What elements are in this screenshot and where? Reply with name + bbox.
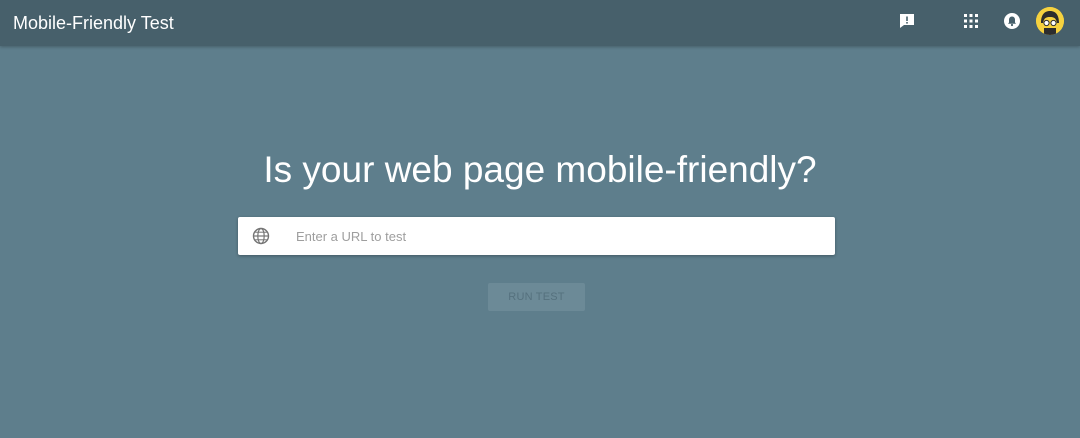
notifications-icon[interactable] xyxy=(1001,10,1023,32)
account-avatar[interactable] xyxy=(1036,7,1064,35)
feedback-icon[interactable] xyxy=(896,10,918,32)
app-title: Mobile-Friendly Test xyxy=(13,13,174,33)
globe-icon xyxy=(252,227,270,245)
app-bar: Mobile-Friendly Test xyxy=(0,0,1080,46)
apps-icon[interactable] xyxy=(962,12,980,30)
url-input-container[interactable] xyxy=(238,217,835,255)
page-headline: Is your web page mobile-friendly? xyxy=(263,149,817,190)
run-test-button[interactable]: RUN TEST xyxy=(488,283,585,311)
url-input[interactable] xyxy=(296,217,826,255)
